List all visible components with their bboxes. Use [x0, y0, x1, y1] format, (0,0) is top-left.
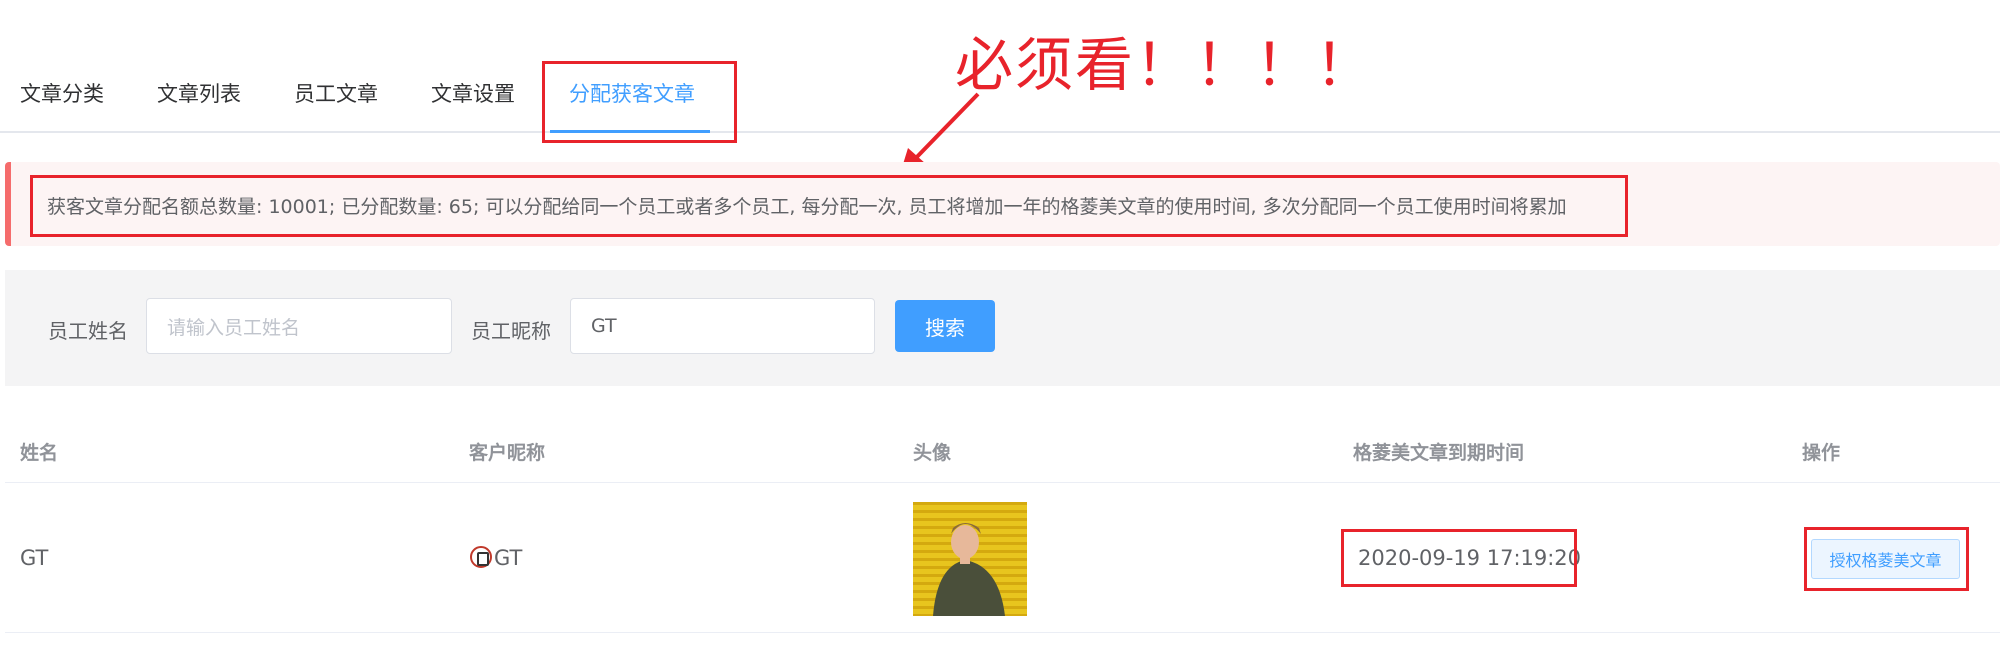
tab-assign-acquisition-articles[interactable]: 分配获客文章	[569, 78, 695, 108]
info-alert: 获客文章分配名额总数量: 10001; 已分配数量: 65; 可以分配给同一个员…	[5, 162, 2000, 246]
cell-nickname: GT	[470, 546, 522, 570]
tab-employee-articles[interactable]: 员工文章	[294, 78, 378, 108]
active-tab-indicator	[550, 130, 710, 133]
cell-name: GT	[20, 546, 49, 570]
avatar	[913, 502, 1027, 616]
wechat-icon	[470, 546, 492, 568]
row-divider	[5, 632, 2000, 633]
alert-text: 获客文章分配名额总数量: 10001; 已分配数量: 65; 可以分配给同一个员…	[47, 196, 1567, 218]
column-header-nickname: 客户昵称	[469, 442, 546, 464]
cell-nickname-text: GT	[494, 546, 523, 570]
column-header-expiry: 格菱美文章到期时间	[1353, 442, 1525, 464]
employee-nickname-label: 员工昵称	[471, 319, 551, 343]
tab-article-category[interactable]: 文章分类	[20, 78, 104, 108]
tab-article-settings[interactable]: 文章设置	[431, 78, 515, 108]
employee-name-placeholder: 请输入员工姓名	[167, 316, 301, 339]
column-header-avatar: 头像	[913, 442, 952, 464]
column-header-name: 姓名	[20, 442, 59, 464]
annotation-title: 必须看！！！！	[955, 31, 1376, 99]
employee-nickname-input[interactable]: GT	[570, 298, 875, 354]
header-divider	[5, 482, 2000, 483]
column-header-actions: 操作	[1802, 442, 1841, 464]
search-button[interactable]: 搜索	[895, 300, 995, 352]
employee-nickname-value: GT	[591, 315, 617, 337]
authorize-article-button[interactable]: 授权格菱美文章	[1811, 539, 1960, 579]
tab-article-list[interactable]: 文章列表	[157, 78, 241, 108]
cell-expiry-time: 2020-09-19 17:19:20	[1358, 546, 1582, 570]
employee-name-label: 员工姓名	[48, 319, 128, 343]
employee-name-input[interactable]: 请输入员工姓名	[146, 298, 452, 354]
